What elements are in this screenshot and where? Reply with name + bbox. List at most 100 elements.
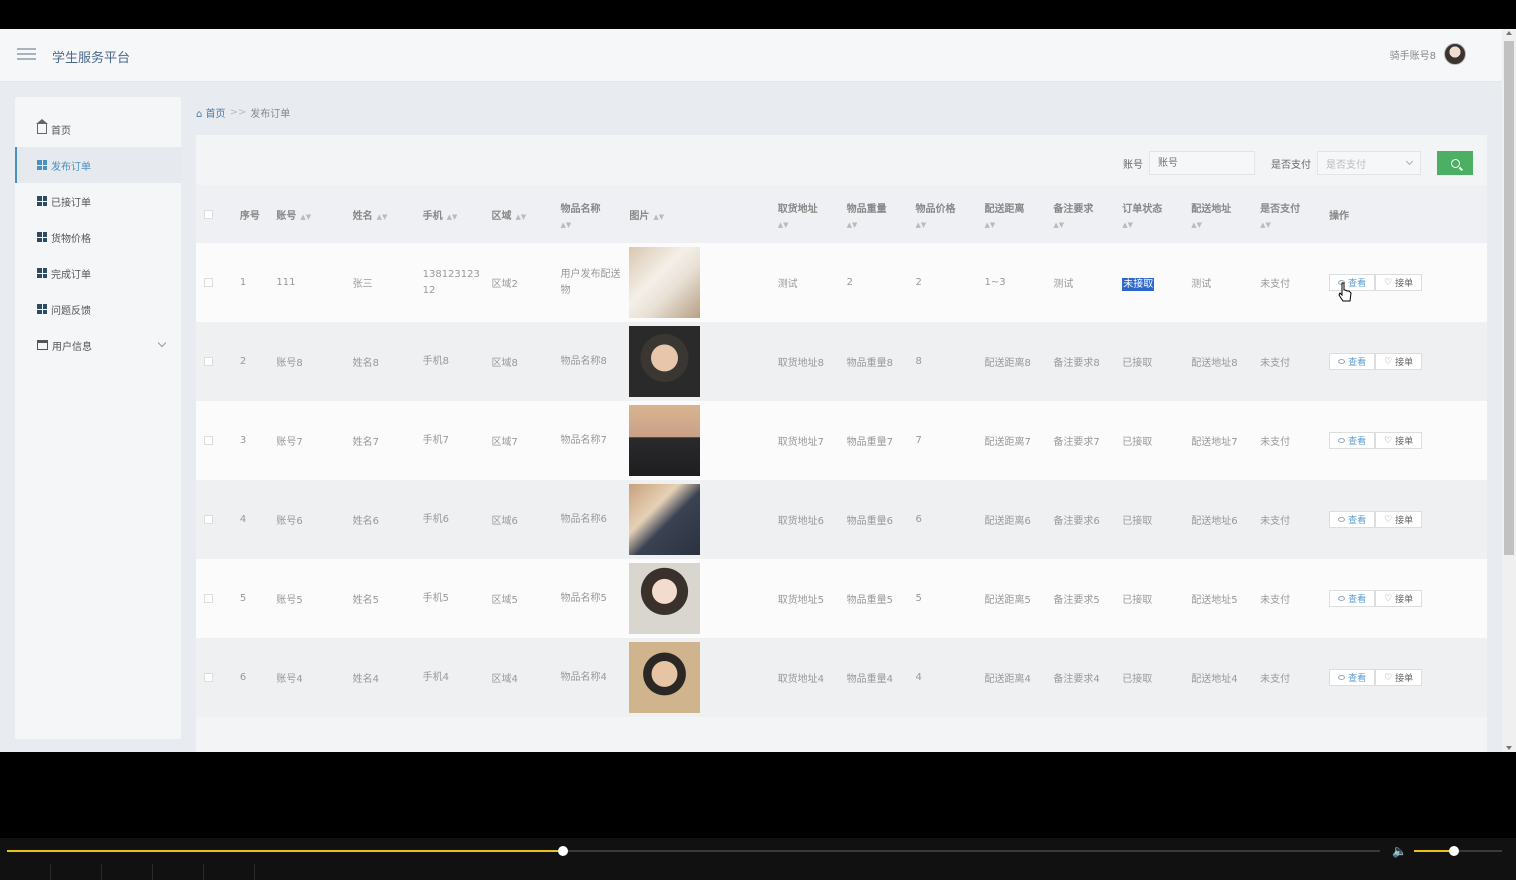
cell-name: 姓名7 [352,401,423,480]
item-photo[interactable] [629,484,701,555]
cell-delivery: 配送地址8 [1191,322,1261,401]
col-name[interactable]: 姓名 ▲▼ [352,185,423,243]
user-name: 骑手账号8 [1389,50,1436,62]
accept-order-button[interactable]: ♡ 接单 [1375,511,1423,528]
col-remark[interactable]: 备注要求 ▲▼ [1053,185,1123,243]
item-photo[interactable] [629,405,701,476]
item-photo[interactable] [629,642,701,713]
cell-account: 账号8 [276,322,353,401]
volume-icon[interactable]: 🔈 [1392,844,1407,858]
eye-icon [1338,675,1346,680]
cell-region: 区域8 [491,322,561,401]
view-button[interactable]: 查看 [1329,274,1376,291]
col-pickup[interactable]: 取货地址 ▲▼ [777,185,847,243]
cell-remark: 备注要求4 [1053,638,1123,717]
col-price[interactable]: 物品价格 ▲▼ [915,185,985,243]
sidebar-item-accepted-orders[interactable]: 已接订单 [15,183,181,219]
accept-order-button[interactable]: ♡ 接单 [1375,669,1423,686]
item-photo[interactable] [629,563,701,634]
sidebar-item-label: 已接订单 [51,197,91,209]
breadcrumb-current: 发布订单 [250,109,291,120]
sidebar-item-user-info[interactable]: 用户信息 [15,327,181,363]
sidebar-item-completed-orders[interactable]: 完成订单 [15,255,181,291]
cell-remark: 备注要求6 [1053,480,1123,559]
cell-paid: 未支付 [1260,480,1330,559]
row-checkbox[interactable] [204,673,213,682]
accept-order-button[interactable]: ♡ 接单 [1375,353,1423,370]
item-photo[interactable] [629,326,701,397]
sort-icon: ▲▼ [1260,220,1271,229]
cell-delivery: 配送地址7 [1191,401,1261,480]
vertical-scrollbar[interactable] [1502,29,1516,752]
paid-select[interactable]: 是否支付 [1317,151,1421,175]
cell-delivery: 配送地址5 [1191,559,1261,638]
app-window: 学生服务平台 骑手账号8 首页 发布订单 已接订单 货物价格 完成订单 问题反馈… [0,29,1502,752]
cell-distance: 配送距离5 [984,559,1054,638]
view-button[interactable]: 查看 [1329,669,1376,686]
cell-item-name: 用户发布配送物 [560,243,630,322]
item-photo[interactable] [629,247,701,318]
col-item-name[interactable]: 物品名称 ▲▼ [560,185,630,243]
view-button[interactable]: 查看 [1329,590,1376,607]
accept-order-button[interactable]: ♡ 接单 [1375,432,1423,449]
cell-account: 账号7 [276,401,353,480]
row-checkbox[interactable] [204,357,213,366]
volume-slider[interactable] [1414,846,1502,856]
scroll-down-icon[interactable] [1506,746,1512,750]
cell-photo [629,401,778,480]
breadcrumb-home[interactable]: ⌂ 首页 [196,105,226,120]
avatar[interactable] [1444,43,1466,65]
search-button[interactable] [1437,151,1473,175]
row-checkbox[interactable] [204,515,213,524]
video-player-controls: 🔈 [0,838,1516,880]
scrollbar-thumb[interactable] [1504,41,1514,555]
col-distance[interactable]: 配送距离 ▲▼ [984,185,1054,243]
cell-pickup: 测试 [777,243,847,322]
progress-knob[interactable] [558,846,569,856]
cell-index: 6 [239,638,277,717]
col-photo[interactable]: 图片 ▲▼ [629,185,778,243]
account-input[interactable] [1149,151,1255,175]
col-status[interactable]: 订单状态 ▲▼ [1122,185,1192,243]
table-row: 6 账号4 姓名4 手机4 区域4 物品名称4 取货地址4 物品重量4 4 配送距离4 备注要求4 已… [196,638,1487,717]
sidebar-item-home[interactable]: 首页 [15,111,181,147]
sidebar-item-goods-price[interactable]: 货物价格 [15,219,181,255]
cell-weight: 物品重量7 [846,401,916,480]
col-account[interactable]: 账号 ▲▼ [276,185,353,243]
sidebar-item-label: 发布订单 [51,161,91,173]
progress-bar[interactable] [7,846,1380,856]
cell-actions: 查看 ♡ 接单 [1329,638,1487,717]
col-phone[interactable]: 手机 ▲▼ [422,185,492,243]
cell-name: 姓名8 [352,322,423,401]
view-button[interactable]: 查看 [1329,432,1376,449]
sort-icon: ▲▼ [300,212,312,221]
eye-icon [1338,359,1346,364]
cell-item-name: 物品名称4 [560,638,630,717]
cell-pickup: 取货地址6 [777,480,847,559]
accept-order-button[interactable]: ♡ 接单 [1375,274,1423,291]
col-paid[interactable]: 是否支付 ▲▼ [1260,185,1330,243]
sort-icon: ▲▼ [376,212,388,221]
row-checkbox[interactable] [204,594,213,603]
col-delivery[interactable]: 配送地址 ▲▼ [1191,185,1261,243]
user-menu[interactable]: 骑手账号8 [1390,43,1466,65]
volume-knob[interactable] [1448,846,1459,856]
chevron-down-icon [1405,157,1414,166]
sidebar-item-publish-order[interactable]: 发布订单 [15,147,181,183]
col-region[interactable]: 区域 ▲▼ [491,185,561,243]
search-icon [1450,158,1460,168]
view-button[interactable]: 查看 [1329,353,1376,370]
row-checkbox[interactable] [204,436,213,445]
scroll-up-icon[interactable] [1506,31,1512,35]
row-checkbox[interactable] [204,278,213,287]
sidebar-item-feedback[interactable]: 问题反馈 [15,291,181,327]
view-button[interactable]: 查看 [1329,511,1376,528]
accept-order-button[interactable]: ♡ 接单 [1375,590,1423,607]
cell-index: 5 [239,559,277,638]
sort-icon: ▲▼ [984,220,996,229]
cell-account: 账号6 [276,480,353,559]
cell-weight: 物品重量4 [846,638,916,717]
select-all-checkbox[interactable] [204,209,213,219]
col-weight[interactable]: 物品重量 ▲▼ [846,185,916,243]
hamburger-menu-icon[interactable] [17,48,36,62]
